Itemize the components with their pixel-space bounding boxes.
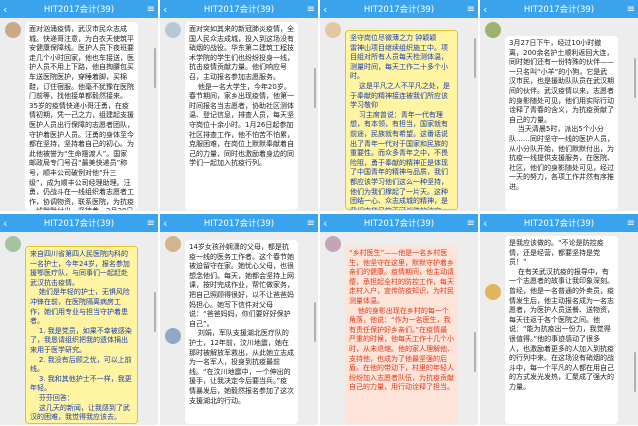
avatar[interactable]: [485, 284, 501, 300]
menu-icon[interactable]: ≡: [463, 4, 475, 15]
chat-title: HIT2017会计(39): [43, 219, 115, 229]
chat-header: ‹ HIT2017会计(39) ≡: [320, 214, 478, 232]
chat-header: ‹ HIT2017会计(39) ≡: [480, 214, 638, 232]
chat-header: ‹ HIT2017会计(39) ≡: [0, 0, 158, 18]
chat-title: HIT2017会计(39): [43, 5, 115, 15]
menu-icon[interactable]: ≡: [303, 4, 315, 15]
chat-title: HIT2017会计(39): [363, 219, 435, 229]
scrollbar[interactable]: [634, 58, 636, 98]
chat-panel-6: ‹ HIT2017会计(39) ≡ 14岁女孩孙娴潇的父母，都是抗疫一线的医务工…: [160, 214, 318, 425]
back-icon[interactable]: ‹: [483, 3, 495, 16]
back-icon[interactable]: ‹: [3, 3, 15, 16]
back-icon[interactable]: ‹: [323, 217, 335, 230]
message-bubble[interactable]: 14岁女孩孙娴潇的父母，都是抗疫一线的医务工作者。这个春节她被迫留守在家。她忧心…: [185, 240, 298, 424]
chat-title: HIT2017会计(39): [203, 219, 275, 229]
message-list[interactable]: 坚守岗位尽微薄之力 钟颖颖 雷神山项目继续组织施工中。项目组对所有人员每天检测体…: [320, 18, 478, 211]
menu-icon[interactable]: ≡: [303, 218, 315, 229]
avatar[interactable]: [5, 22, 21, 38]
chat-title: HIT2017会计(39): [523, 219, 595, 229]
avatar[interactable]: [5, 236, 21, 252]
avatar[interactable]: [165, 236, 181, 252]
scrollbar[interactable]: [314, 302, 316, 342]
message-bubble[interactable]: 3月27日下午，经过10小时撤离，200余名护士顺利返回大连，同时她们还有一份特…: [505, 36, 618, 210]
message-bubble[interactable]: 面对汹涌疫情，武汉市民众志成城。快递哥注意，为白衣天使筑平安健康保障线。医护人员…: [25, 22, 138, 210]
message-bubble[interactable]: 是我应该做的。“不论是防控疫情，还是经营，都要坚持是党员！” 在有关武汉抗疫的报…: [505, 236, 618, 424]
back-icon[interactable]: ‹: [163, 217, 175, 230]
scrollbar[interactable]: [154, 48, 156, 88]
message-list[interactable]: 面对汹涌疫情，武汉市民众志成城。快递哥注意，为白衣天使筑平安健康保障线。医护人员…: [0, 18, 158, 211]
chat-header: ‹ HIT2017会计(39) ≡: [320, 0, 478, 18]
chat-panel-8: ‹ HIT2017会计(39) ≡ 是我应该做的。“不论是防控疫情，还是经营，都…: [480, 214, 638, 425]
chat-panel-2: ‹ HIT2017会计(39) ≡ 面对突如其来的新冠肺炎疫情，全国人民众志成城…: [160, 0, 318, 211]
message-bubble[interactable]: 来自四川省第四人民医院内科的一名护士，今年24岁，报名参加援鄂医疗队，与同事们一…: [25, 246, 138, 424]
chat-title: HIT2017会计(39): [203, 5, 275, 15]
chat-panel-5: ‹ HIT2017会计(39) ≡ 来自四川省第四人民医院内科的一名护士，今年2…: [0, 214, 158, 425]
avatar[interactable]: [165, 328, 181, 344]
menu-icon[interactable]: ≡: [623, 4, 635, 15]
chat-header: ‹ HIT2017会计(39) ≡: [480, 0, 638, 18]
message-bubble[interactable]: “乡村医生”——他是一名乡村医生，他坚守在这里，默默守护着乡亲们的健康。疫情期间…: [345, 246, 458, 424]
chat-title: HIT2017会计(39): [523, 5, 595, 15]
message-list[interactable]: 面对突如其来的新冠肺炎疫情，全国人民众志成城，投入到这场没有硝烟的战役。华东第二…: [160, 18, 318, 211]
message-bubble[interactable]: 坚守岗位尽微薄之力 钟颖颖 雷神山项目继续组织施工中。项目组对所有人员每天检测体…: [345, 30, 458, 210]
menu-icon[interactable]: ≡: [623, 218, 635, 229]
message-list[interactable]: 是我应该做的。“不论是防控疫情，还是经营，都要坚持是党员！” 在有关武汉抗疫的报…: [480, 232, 638, 425]
scrollbar[interactable]: [634, 352, 636, 392]
message-list[interactable]: 14岁女孩孙娴潇的父母，都是抗疫一线的医务工作者。这个春节她被迫留守在家。她忧心…: [160, 232, 318, 425]
scrollbar[interactable]: [314, 68, 316, 108]
avatar[interactable]: [485, 22, 501, 38]
chat-panel-4: ‹ HIT2017会计(39) ≡ 3月27日下午，经过10小时撤离，200余名…: [480, 0, 638, 211]
back-icon[interactable]: ‹: [3, 217, 15, 230]
scrollbar[interactable]: [474, 38, 476, 78]
menu-icon[interactable]: ≡: [463, 218, 475, 229]
avatar[interactable]: [325, 236, 341, 252]
message-list[interactable]: 3月27日下午，经过10小时撤离，200余名护士顺利返回大连，同时她们还有一份特…: [480, 18, 638, 211]
chat-panel-1: ‹ HIT2017会计(39) ≡ 面对汹涌疫情，武汉市民众志成城。快递哥注意，…: [0, 0, 158, 211]
avatar[interactable]: [165, 22, 181, 38]
back-icon[interactable]: ‹: [323, 3, 335, 16]
message-bubble[interactable]: 面对突如其来的新冠肺炎疫情，全国人民众志成城，投入到这场没有硝烟的战役。华东第二…: [185, 22, 298, 210]
menu-icon[interactable]: ≡: [143, 4, 155, 15]
back-icon[interactable]: ‹: [163, 3, 175, 16]
chat-header: ‹ HIT2017会计(39) ≡: [160, 214, 318, 232]
menu-icon[interactable]: ≡: [143, 218, 155, 229]
chat-title: HIT2017会计(39): [363, 5, 435, 15]
scrollbar[interactable]: [154, 292, 156, 332]
message-list[interactable]: “乡村医生”——他是一名乡村医生，他坚守在这里，默默守护着乡亲们的健康。疫情期间…: [320, 232, 478, 425]
chat-header: ‹ HIT2017会计(39) ≡: [160, 0, 318, 18]
avatar[interactable]: [325, 22, 341, 38]
message-list[interactable]: 来自四川省第四人民医院内科的一名护士，今年24岁，报名参加援鄂医疗队，与同事们一…: [0, 232, 158, 425]
scrollbar[interactable]: [474, 332, 476, 372]
chat-panel-3: ‹ HIT2017会计(39) ≡ 坚守岗位尽微薄之力 钟颖颖 雷神山项目继续组…: [320, 0, 478, 211]
chat-header: ‹ HIT2017会计(39) ≡: [0, 214, 158, 232]
chat-panel-7: ‹ HIT2017会计(39) ≡ “乡村医生”——他是一名乡村医生，他坚守在这…: [320, 214, 478, 425]
back-icon[interactable]: ‹: [483, 217, 495, 230]
